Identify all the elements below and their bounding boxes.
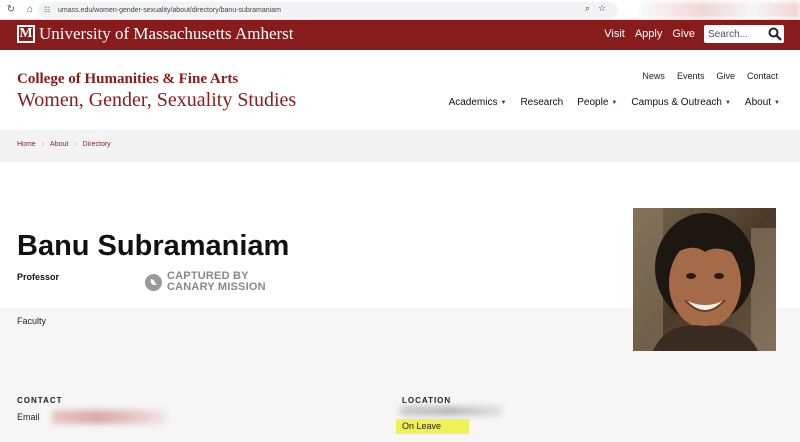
reload-icon[interactable]: ↻ <box>3 2 19 18</box>
secondary-nav-contact[interactable]: Contact <box>747 71 778 81</box>
secondary-nav: News Events Give Contact <box>642 71 778 81</box>
utility-link-give[interactable]: Give <box>672 28 695 40</box>
caret-down-icon: ▼ <box>500 99 507 106</box>
contact-heading: CONTACT <box>17 396 63 405</box>
secondary-nav-news[interactable]: News <box>642 71 665 81</box>
redacted-region <box>640 2 800 18</box>
url-text: umass.edu/women-gender-sexuality/about/d… <box>58 6 281 14</box>
chevron-right-icon: › <box>41 141 45 148</box>
main-nav-label: Research <box>520 97 564 108</box>
utility-link-visit[interactable]: Visit <box>604 28 625 40</box>
main-nav-research[interactable]: Research <box>520 97 563 108</box>
main-nav-campus-outreach[interactable]: Campus & Outreach ▼ <box>631 97 731 108</box>
caret-down-icon: ▼ <box>774 99 780 106</box>
page-title: Banu Subramaniam <box>17 230 290 262</box>
canary-bird-icon <box>145 273 162 291</box>
main-nav-people[interactable]: People ▼ <box>577 97 617 108</box>
location-heading: LOCATION <box>402 396 452 405</box>
address-bar[interactable]: ☷ umass.edu/women-gender-sexuality/about… <box>38 2 618 18</box>
redacted-location <box>400 406 502 416</box>
main-nav-label: Campus & Outreach <box>631 97 722 108</box>
search-placeholder: Search... <box>708 28 749 40</box>
redacted-email <box>52 410 167 424</box>
home-icon[interactable]: ⌂ <box>22 2 38 18</box>
main-nav-label: Academics <box>448 97 498 108</box>
main-nav-label: About <box>744 97 772 108</box>
breadcrumb: Home › About › Directory <box>17 141 111 148</box>
profile-photo <box>633 208 776 351</box>
department-name[interactable]: Women, Gender, Sexuality Studies <box>17 89 296 112</box>
zoom-icon[interactable]: ⌕ <box>585 3 590 14</box>
main-nav: Academics ▼ Research People ▼ Campus & O… <box>449 97 780 108</box>
canary-text: CAPTURED BY CANARY MISSION <box>167 271 266 293</box>
breadcrumb-about[interactable]: About <box>50 141 68 148</box>
canary-mission-watermark: CAPTURED BY CANARY MISSION <box>145 271 266 293</box>
chevron-right-icon: › <box>74 141 77 148</box>
canary-line-2: CANARY MISSION <box>167 281 266 293</box>
search-icon[interactable] <box>766 25 784 43</box>
breadcrumb-band <box>0 130 800 162</box>
site-info-icon[interactable]: ☷ <box>44 6 52 14</box>
secondary-nav-events[interactable]: Events <box>677 71 705 81</box>
caret-down-icon: ▼ <box>611 99 618 106</box>
location-status-highlight: On Leave <box>396 419 469 434</box>
umass-m-logo-icon: M <box>17 25 35 43</box>
main-nav-about[interactable]: About ▼ <box>745 97 780 108</box>
caret-down-icon: ▼ <box>724 99 731 106</box>
utility-links: Visit Apply Give <box>604 28 695 40</box>
college-name[interactable]: College of Humanities & Fine Arts <box>17 71 238 88</box>
utility-link-apply[interactable]: Apply <box>635 28 663 40</box>
breadcrumb-directory[interactable]: Directory <box>83 141 111 148</box>
university-name: University of Massachusetts Amherst <box>39 24 294 43</box>
breadcrumb-home[interactable]: Home <box>17 141 36 148</box>
main-nav-academics[interactable]: Academics ▼ <box>449 97 507 108</box>
main-nav-label: People <box>577 97 609 108</box>
university-logo[interactable]: M University of Massachusetts Amherst <box>17 24 294 44</box>
person-category: Faculty <box>17 316 47 326</box>
person-title: Professor <box>17 272 60 282</box>
bookmark-star-icon[interactable]: ☆ <box>598 3 606 14</box>
secondary-nav-give[interactable]: Give <box>716 71 735 81</box>
email-label: Email <box>17 412 40 422</box>
